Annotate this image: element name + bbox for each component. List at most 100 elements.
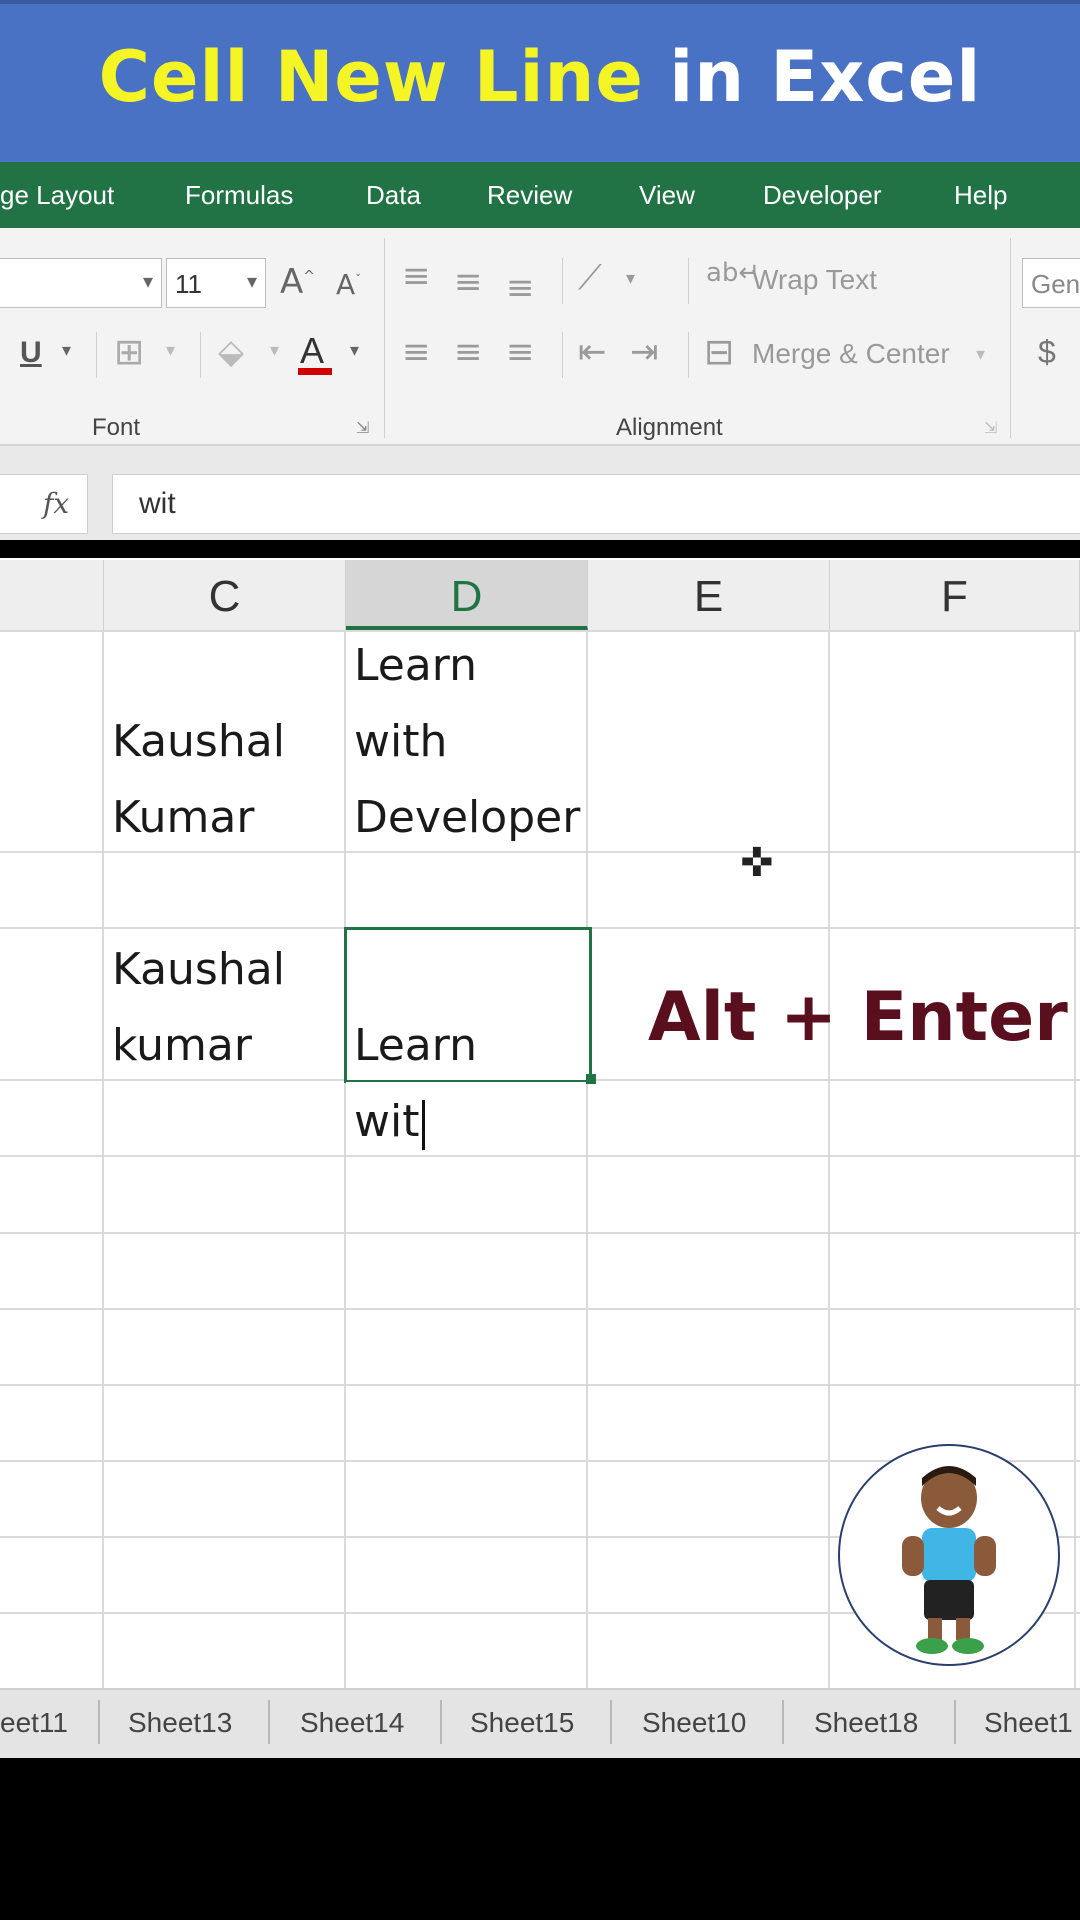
fx-icon: fx bbox=[43, 487, 70, 520]
chevron-down-icon[interactable]: ▾ bbox=[270, 340, 279, 361]
cell-d3-line3[interactable]: wit bbox=[354, 1096, 419, 1147]
gridline bbox=[344, 630, 346, 1688]
tab-separator bbox=[782, 1700, 784, 1744]
ribbon-tab-bar: ge Layout Formulas Data Review View Deve… bbox=[0, 162, 1080, 228]
orientation-icon[interactable]: ⟋ bbox=[578, 258, 602, 298]
title-rest: in Excel bbox=[669, 36, 982, 118]
tab-formulas[interactable]: Formulas bbox=[185, 162, 293, 228]
sheet-tab-sheet13[interactable]: Sheet13 bbox=[128, 1688, 232, 1758]
currency-button[interactable]: $ bbox=[1038, 334, 1056, 371]
tab-separator bbox=[440, 1700, 442, 1744]
gridline bbox=[0, 1308, 1080, 1310]
gridline bbox=[1074, 630, 1076, 1688]
cell-c1-line2[interactable]: Kumar bbox=[112, 792, 254, 843]
chevron-down-icon: ▾ bbox=[246, 269, 257, 293]
underline-button[interactable]: U bbox=[20, 336, 42, 370]
decrease-indent-icon[interactable]: ⇤ bbox=[578, 332, 607, 372]
cell-cursor-icon: ✜ bbox=[740, 840, 774, 886]
top-align-icon[interactable]: ≡ bbox=[402, 256, 431, 296]
increase-indent-icon[interactable]: ⇥ bbox=[630, 332, 659, 372]
letterbox-bottom bbox=[0, 1758, 1080, 1920]
wrap-text-button[interactable]: Wrap Text bbox=[752, 264, 877, 296]
gridline bbox=[828, 630, 830, 1688]
tab-developer[interactable]: Developer bbox=[763, 162, 882, 228]
font-size-select[interactable]: 11 ▾ bbox=[166, 258, 266, 308]
column-header-b[interactable] bbox=[0, 560, 104, 630]
merge-center-icon: ⊟ bbox=[704, 332, 735, 373]
separator bbox=[688, 332, 689, 378]
tab-review[interactable]: Review bbox=[487, 162, 572, 228]
formula-value: wit bbox=[139, 487, 176, 520]
cell-c3-line2[interactable]: kumar bbox=[112, 1020, 252, 1071]
separator bbox=[688, 258, 689, 304]
title-highlight: Cell New Line bbox=[98, 36, 644, 118]
font-name-select[interactable]: ▾ bbox=[0, 258, 162, 308]
column-header-f[interactable]: F bbox=[830, 560, 1080, 630]
chevron-down-icon[interactable]: ▾ bbox=[166, 340, 175, 361]
chevron-down-icon[interactable]: ▾ bbox=[350, 340, 359, 361]
font-color-icon[interactable]: A bbox=[300, 330, 324, 372]
alignment-group-label: Alignment bbox=[616, 414, 723, 441]
chevron-down-icon[interactable]: ▾ bbox=[626, 268, 635, 289]
gridline bbox=[0, 630, 1080, 632]
cell-d3-line2[interactable]: Learn bbox=[354, 1020, 477, 1071]
font-group-label: Font bbox=[92, 414, 141, 441]
middle-align-icon[interactable]: ≡ bbox=[454, 262, 483, 302]
sheet-tab-sheet19[interactable]: Sheet1 bbox=[984, 1688, 1080, 1758]
tab-separator bbox=[610, 1700, 612, 1744]
group-separator bbox=[384, 238, 385, 438]
align-left-icon[interactable]: ≡ bbox=[402, 332, 431, 372]
tab-separator bbox=[954, 1700, 956, 1744]
sheet-tab-sheet18[interactable]: Sheet18 bbox=[814, 1688, 918, 1758]
dialog-launcher-icon[interactable]: ⇲ bbox=[984, 418, 997, 437]
cell-d1-line3[interactable]: Developer bbox=[354, 792, 580, 843]
group-separator bbox=[1010, 238, 1011, 438]
gridline bbox=[586, 630, 588, 1688]
formula-input[interactable]: wit bbox=[112, 474, 1080, 534]
sheet-tab-sheet14[interactable]: Sheet14 bbox=[300, 1688, 404, 1758]
fill-handle[interactable] bbox=[586, 1074, 596, 1084]
tab-page-layout[interactable]: ge Layout bbox=[0, 162, 114, 228]
borders-icon[interactable]: ⊞ bbox=[114, 332, 144, 373]
chevron-down-icon: ▾ bbox=[142, 269, 153, 293]
fill-color-icon[interactable]: ⬙ bbox=[218, 332, 244, 372]
number-format-value: Gen bbox=[1031, 269, 1080, 299]
grow-font-icon[interactable]: A^ bbox=[280, 262, 315, 302]
chevron-down-icon[interactable]: ▾ bbox=[976, 344, 985, 365]
tab-data[interactable]: Data bbox=[366, 162, 421, 228]
video-title: Cell New Line in Excel bbox=[0, 36, 1080, 118]
cartoon-boy-icon bbox=[902, 1466, 996, 1654]
separator bbox=[562, 332, 563, 378]
merge-center-button[interactable]: Merge & Center bbox=[752, 338, 950, 370]
gridline bbox=[0, 851, 1080, 853]
text-caret bbox=[422, 1100, 425, 1150]
cell-d1-line2[interactable]: with bbox=[354, 716, 447, 767]
ribbon-panel: ▾ 11 ▾ A^ Aˇ U ▾ ⊞ ▾ ⬙ ▾ A ▾ Font ⇲ ≡ ≡ … bbox=[0, 228, 1080, 446]
dialog-launcher-icon[interactable]: ⇲ bbox=[356, 418, 369, 437]
column-header-c[interactable]: C bbox=[104, 560, 346, 630]
sheet-tab-sheet15[interactable]: Sheet15 bbox=[470, 1688, 574, 1758]
sheet-tab-sheet11[interactable]: eet11 bbox=[0, 1688, 68, 1758]
fx-button[interactable]: fx bbox=[0, 474, 88, 534]
separator bbox=[200, 332, 201, 378]
tab-view[interactable]: View bbox=[639, 162, 695, 228]
cell-c3-line1[interactable]: Kaushal bbox=[112, 944, 285, 995]
shortcut-overlay: Alt + Enter bbox=[648, 978, 1068, 1057]
tab-separator bbox=[98, 1700, 100, 1744]
cell-c1-line1[interactable]: Kaushal bbox=[112, 716, 285, 767]
bottom-align-icon[interactable]: ≡ bbox=[506, 268, 535, 308]
align-center-icon[interactable]: ≡ bbox=[454, 332, 483, 372]
cell-d1-line1[interactable]: Learn bbox=[354, 640, 477, 691]
separator bbox=[96, 332, 97, 378]
shrink-font-icon[interactable]: Aˇ bbox=[336, 268, 361, 301]
font-color-swatch bbox=[298, 368, 332, 375]
tab-help[interactable]: Help bbox=[954, 162, 1007, 228]
number-format-select[interactable]: Gen bbox=[1022, 258, 1080, 308]
chevron-down-icon[interactable]: ▾ bbox=[62, 340, 71, 361]
column-header-e[interactable]: E bbox=[588, 560, 830, 630]
sheet-tab-sheet10[interactable]: Sheet10 bbox=[642, 1688, 746, 1758]
align-right-icon[interactable]: ≡ bbox=[506, 332, 535, 372]
gridline bbox=[0, 1232, 1080, 1234]
column-header-d[interactable]: D bbox=[346, 560, 588, 630]
gridline bbox=[0, 1155, 1080, 1157]
